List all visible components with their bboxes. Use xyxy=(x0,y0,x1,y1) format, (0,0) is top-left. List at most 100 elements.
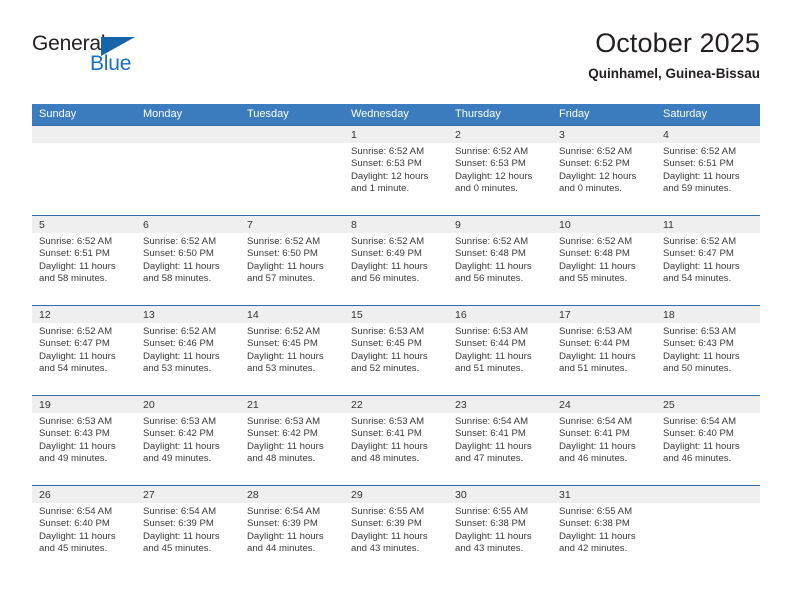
day-number: 14 xyxy=(240,306,344,323)
sunset-text: Sunset: 6:43 PM xyxy=(663,338,734,350)
day-cell[interactable]: 8 Sunrise: 6:52 AM Sunset: 6:49 PM Daylight… xyxy=(344,215,448,306)
daylight-text: Daylight: 11 hours and 42 minutes. xyxy=(559,530,636,554)
day-cell[interactable]: 3 Sunrise: 6:52 AM Sunset: 6:52 PM Daylight… xyxy=(552,125,656,216)
daylight-text: Daylight: 12 hours and 1 minute. xyxy=(351,170,429,194)
weekday-header-thursday: Thursday xyxy=(448,104,552,126)
day-cell[interactable] xyxy=(32,125,136,216)
weekday-header-wednesday: Wednesday xyxy=(344,104,448,126)
calendar-week-row: 1 Sunrise: 6:52 AM Sunset: 6:53 PM Daylight… xyxy=(32,125,760,216)
sunrise-text: Sunrise: 6:52 AM xyxy=(247,326,321,337)
sunset-text: Sunset: 6:43 PM xyxy=(39,428,110,440)
daylight-text: Daylight: 11 hours and 43 minutes. xyxy=(455,530,532,554)
day-cell[interactable]: 6 Sunrise: 6:52 AM Sunset: 6:50 PM Daylight… xyxy=(136,215,240,306)
sunset-text: Sunset: 6:40 PM xyxy=(39,518,110,530)
day-cell[interactable]: 28 Sunrise: 6:54 AM Sunset: 6:39 PM Dayligh… xyxy=(240,485,344,576)
day-cell[interactable]: 14 Sunrise: 6:52 AM Sunset: 6:45 PM Dayligh… xyxy=(240,305,344,396)
daylight-text: Daylight: 11 hours and 50 minutes. xyxy=(663,350,740,374)
daylight-text: Daylight: 11 hours and 58 minutes. xyxy=(143,260,220,284)
sunrise-text: Sunrise: 6:54 AM xyxy=(39,506,113,517)
daylight-text: Daylight: 11 hours and 45 minutes. xyxy=(143,530,220,554)
day-cell[interactable]: 12 Sunrise: 6:52 AM Sunset: 6:47 PM Dayligh… xyxy=(32,305,136,396)
day-cell[interactable]: 9 Sunrise: 6:52 AM Sunset: 6:48 PM Daylight… xyxy=(448,215,552,306)
page-header: General Blue October 2025 Quinhamel, Gui… xyxy=(32,26,760,98)
title-block: October 2025 Quinhamel, Guinea-Bissau xyxy=(588,26,760,84)
logo-text-blue: Blue xyxy=(90,52,132,75)
sunset-text: Sunset: 6:51 PM xyxy=(39,248,110,260)
day-cell[interactable]: 25 Sunrise: 6:54 AM Sunset: 6:40 PM Dayligh… xyxy=(656,395,760,486)
day-number: 5 xyxy=(32,216,136,233)
sunrise-text: Sunrise: 6:52 AM xyxy=(247,236,321,247)
day-cell[interactable]: 1 Sunrise: 6:52 AM Sunset: 6:53 PM Daylight… xyxy=(344,125,448,216)
daylight-text: Daylight: 11 hours and 56 minutes. xyxy=(455,260,532,284)
day-cell[interactable]: 15 Sunrise: 6:53 AM Sunset: 6:45 PM Dayligh… xyxy=(344,305,448,396)
daylight-text: Daylight: 11 hours and 49 minutes. xyxy=(143,440,220,464)
sunset-text: Sunset: 6:46 PM xyxy=(143,338,214,350)
daylight-text: Daylight: 11 hours and 45 minutes. xyxy=(39,530,116,554)
day-cell[interactable]: 31 Sunrise: 6:55 AM Sunset: 6:38 PM Dayligh… xyxy=(552,485,656,576)
daylight-text: Daylight: 11 hours and 51 minutes. xyxy=(559,350,636,374)
day-cell[interactable]: 24 Sunrise: 6:54 AM Sunset: 6:41 PM Dayligh… xyxy=(552,395,656,486)
sunset-text: Sunset: 6:41 PM xyxy=(455,428,526,440)
daylight-text: Daylight: 11 hours and 44 minutes. xyxy=(247,530,324,554)
day-cell[interactable] xyxy=(240,125,344,216)
sunrise-text: Sunrise: 6:55 AM xyxy=(351,506,425,517)
sunrise-text: Sunrise: 6:53 AM xyxy=(143,416,217,427)
day-cell[interactable]: 23 Sunrise: 6:54 AM Sunset: 6:41 PM Dayligh… xyxy=(448,395,552,486)
day-number: 6 xyxy=(136,216,240,233)
sunrise-text: Sunrise: 6:52 AM xyxy=(663,146,737,157)
day-cell[interactable]: 29 Sunrise: 6:55 AM Sunset: 6:39 PM Dayligh… xyxy=(344,485,448,576)
daylight-text: Daylight: 11 hours and 51 minutes. xyxy=(455,350,532,374)
sunrise-text: Sunrise: 6:52 AM xyxy=(351,236,425,247)
day-cell[interactable] xyxy=(656,485,760,576)
sunset-text: Sunset: 6:39 PM xyxy=(143,518,214,530)
day-cell[interactable]: 4 Sunrise: 6:52 AM Sunset: 6:51 PM Daylight… xyxy=(656,125,760,216)
sunset-text: Sunset: 6:53 PM xyxy=(351,158,422,170)
day-cell[interactable]: 20 Sunrise: 6:53 AM Sunset: 6:42 PM Dayligh… xyxy=(136,395,240,486)
daylight-text: Daylight: 11 hours and 46 minutes. xyxy=(663,440,740,464)
weekday-header-friday: Friday xyxy=(552,104,656,126)
day-number xyxy=(656,486,760,503)
daylight-text: Daylight: 12 hours and 0 minutes. xyxy=(559,170,637,194)
day-number: 18 xyxy=(656,306,760,323)
daylight-text: Daylight: 12 hours and 0 minutes. xyxy=(455,170,533,194)
day-cell[interactable]: 16 Sunrise: 6:53 AM Sunset: 6:44 PM Dayligh… xyxy=(448,305,552,396)
day-cell[interactable]: 26 Sunrise: 6:54 AM Sunset: 6:40 PM Dayligh… xyxy=(32,485,136,576)
sunset-text: Sunset: 6:38 PM xyxy=(559,518,630,530)
day-cell[interactable]: 13 Sunrise: 6:52 AM Sunset: 6:46 PM Dayligh… xyxy=(136,305,240,396)
sunrise-text: Sunrise: 6:52 AM xyxy=(39,326,113,337)
sunrise-text: Sunrise: 6:52 AM xyxy=(455,146,529,157)
daylight-text: Daylight: 11 hours and 59 minutes. xyxy=(663,170,740,194)
day-cell[interactable]: 30 Sunrise: 6:55 AM Sunset: 6:38 PM Dayligh… xyxy=(448,485,552,576)
day-number: 25 xyxy=(656,396,760,413)
day-cell[interactable]: 7 Sunrise: 6:52 AM Sunset: 6:50 PM Daylight… xyxy=(240,215,344,306)
day-cell[interactable]: 17 Sunrise: 6:53 AM Sunset: 6:44 PM Dayligh… xyxy=(552,305,656,396)
sunset-text: Sunset: 6:45 PM xyxy=(247,338,318,350)
day-cell[interactable]: 18 Sunrise: 6:53 AM Sunset: 6:43 PM Dayligh… xyxy=(656,305,760,396)
sunrise-text: Sunrise: 6:54 AM xyxy=(663,416,737,427)
day-cell[interactable]: 5 Sunrise: 6:52 AM Sunset: 6:51 PM Daylight… xyxy=(32,215,136,306)
day-number: 7 xyxy=(240,216,344,233)
calendar-week-row: 5 Sunrise: 6:52 AM Sunset: 6:51 PM Daylight… xyxy=(32,215,760,306)
sunrise-text: Sunrise: 6:55 AM xyxy=(559,506,633,517)
daylight-text: Daylight: 11 hours and 49 minutes. xyxy=(39,440,116,464)
day-number: 20 xyxy=(136,396,240,413)
day-number: 2 xyxy=(448,126,552,143)
sunset-text: Sunset: 6:44 PM xyxy=(455,338,526,350)
sunrise-text: Sunrise: 6:52 AM xyxy=(455,236,529,247)
day-cell[interactable]: 10 Sunrise: 6:52 AM Sunset: 6:48 PM Dayligh… xyxy=(552,215,656,306)
day-cell[interactable]: 22 Sunrise: 6:53 AM Sunset: 6:41 PM Dayligh… xyxy=(344,395,448,486)
sunrise-text: Sunrise: 6:53 AM xyxy=(663,326,737,337)
day-cell[interactable]: 11 Sunrise: 6:52 AM Sunset: 6:47 PM Dayligh… xyxy=(656,215,760,306)
day-number: 21 xyxy=(240,396,344,413)
day-cell[interactable]: 21 Sunrise: 6:53 AM Sunset: 6:42 PM Dayligh… xyxy=(240,395,344,486)
day-number: 13 xyxy=(136,306,240,323)
day-cell[interactable]: 2 Sunrise: 6:52 AM Sunset: 6:53 PM Daylight… xyxy=(448,125,552,216)
day-cell[interactable]: 27 Sunrise: 6:54 AM Sunset: 6:39 PM Dayligh… xyxy=(136,485,240,576)
day-cell[interactable] xyxy=(136,125,240,216)
sunset-text: Sunset: 6:53 PM xyxy=(455,158,526,170)
calendar-week-row: 26 Sunrise: 6:54 AM Sunset: 6:40 PM Dayligh… xyxy=(32,485,760,576)
day-number: 10 xyxy=(552,216,656,233)
weekday-header-saturday: Saturday xyxy=(656,104,760,126)
day-number: 4 xyxy=(656,126,760,143)
day-cell[interactable]: 19 Sunrise: 6:53 AM Sunset: 6:43 PM Dayligh… xyxy=(32,395,136,486)
